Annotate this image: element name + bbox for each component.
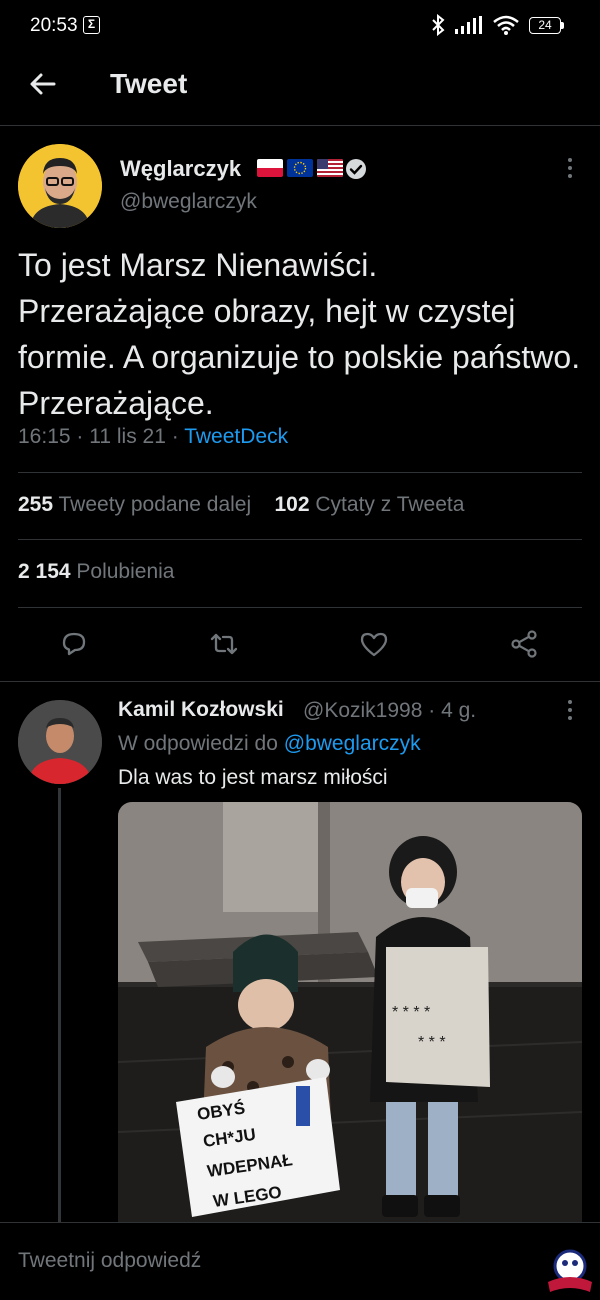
top-app-bar: Tweet xyxy=(0,52,600,126)
share-icon[interactable] xyxy=(508,628,540,660)
reply-age: 4 g. xyxy=(441,699,477,722)
tweet-actions xyxy=(0,608,600,682)
reply-more-options-icon[interactable] xyxy=(558,698,582,722)
retweets-stat[interactable]: 255 Tweety podane dalej xyxy=(18,493,251,516)
quotes-label: Cytaty z Tweeta xyxy=(315,493,465,516)
battery-level: 24 xyxy=(529,16,561,34)
thread-line xyxy=(58,788,61,1222)
retweet-icon[interactable] xyxy=(208,628,240,660)
tweet-meta: 16:15 · 11 lis 21 · TweetDeck xyxy=(18,425,289,448)
back-arrow-icon[interactable] xyxy=(26,67,60,101)
sigma-icon: Σ xyxy=(83,16,100,34)
signal-icon xyxy=(455,16,482,34)
more-options-icon[interactable] xyxy=(558,156,582,180)
reply-author-name[interactable]: Kamil Kozłowski xyxy=(118,698,284,722)
reply-author-handle[interactable]: @Kozik1998 xyxy=(303,699,422,722)
reply-author-avatar[interactable] xyxy=(18,700,102,784)
tweet-time: 16:15 xyxy=(18,425,71,448)
tweet-date: 11 lis 21 xyxy=(89,425,166,448)
reply-text: Dla was to jest marsz miłości xyxy=(118,766,388,789)
tweet-stats-row: 255 Tweety podane dalej 102 Cytaty z Twe… xyxy=(18,472,582,540)
page-title: Tweet xyxy=(110,68,188,99)
retweets-label: Tweety podane dalej xyxy=(58,493,252,516)
replying-to: W odpowiedzi do @bweglarczyk xyxy=(118,732,421,756)
likes-stat-row: 2 154 Polubienia xyxy=(18,540,582,608)
likes-label: Polubienia xyxy=(76,560,175,583)
bluetooth-icon xyxy=(432,14,445,36)
reply-icon[interactable] xyxy=(58,628,90,660)
reply-photo[interactable]: * * * * * * * OBYŚ CH*JU WDEPNAŁ W LEGO xyxy=(118,802,582,1222)
author-avatar[interactable] xyxy=(18,144,102,228)
poland-flag-icon xyxy=(257,159,283,177)
reply-tweet[interactable]: Kamil Kozłowski @Kozik1998 · 4 g. W odpo… xyxy=(0,682,600,1222)
like-heart-icon[interactable] xyxy=(358,628,390,660)
sign-stars-row2: * * * xyxy=(418,1034,446,1051)
replying-to-mention[interactable]: @bweglarczyk xyxy=(284,732,421,755)
reply-composer[interactable]: Tweetnij odpowiedź xyxy=(0,1222,600,1300)
usa-flag-icon xyxy=(317,159,343,177)
replying-to-label: W odpowiedzi do xyxy=(118,732,278,755)
battery-icon: 24 xyxy=(529,16,564,34)
author-name[interactable]: Węglarczyk xyxy=(120,156,241,182)
wifi-icon xyxy=(493,15,519,35)
tweet-author: Węglarczyk @bweglarczyk xyxy=(0,126,600,236)
author-handle[interactable]: @bweglarczyk xyxy=(120,190,257,214)
tweet-text: To jest Marsz Nienawiści. Przerażające o… xyxy=(18,247,581,421)
likes-count: 2 154 xyxy=(18,560,71,583)
quotes-count: 102 xyxy=(274,493,310,516)
likes-stat[interactable]: 2 154 Polubienia xyxy=(18,560,175,583)
watermark-logo xyxy=(548,1249,592,1292)
reply-handle-line: @Kozik1998 · 4 g. xyxy=(303,699,477,722)
status-bar: 20:53 Σ 24 xyxy=(0,0,600,52)
tweet-source-link[interactable]: TweetDeck xyxy=(184,425,288,448)
status-time: 20:53 xyxy=(30,15,78,36)
reply-input-placeholder[interactable]: Tweetnij odpowiedź xyxy=(18,1249,201,1273)
status-icons: 24 xyxy=(431,14,564,36)
quotes-stat[interactable]: 102 Cytaty z Tweeta xyxy=(275,493,465,516)
retweets-count: 255 xyxy=(18,493,54,516)
sign-stars-row1: * * * * xyxy=(392,1004,430,1021)
eu-flag-icon xyxy=(287,159,313,177)
profile-flags xyxy=(257,159,343,177)
verified-badge-icon xyxy=(346,159,366,179)
